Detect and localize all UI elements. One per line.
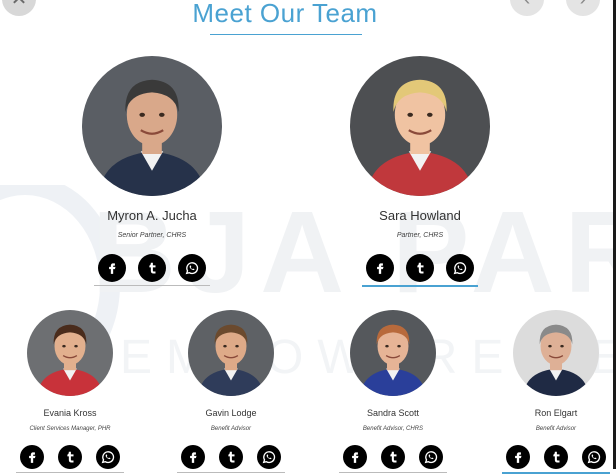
tumblr-button[interactable]: [58, 445, 82, 469]
tumblr-icon: [413, 261, 427, 275]
watermark-main-text: BJA PARTNE: [92, 187, 616, 317]
social-row-underline: [362, 285, 478, 287]
avatar[interactable]: [350, 56, 490, 196]
facebook-button[interactable]: [506, 445, 530, 469]
social-links: [343, 445, 443, 469]
whatsapp-icon: [184, 260, 200, 276]
social-links: [20, 445, 120, 469]
whatsapp-icon: [452, 260, 468, 276]
facebook-icon: [186, 450, 200, 464]
whatsapp-button[interactable]: [178, 254, 206, 282]
chevron-right-icon: ›: [580, 0, 587, 10]
title-underline: [210, 34, 362, 35]
facebook-button[interactable]: [98, 254, 126, 282]
page-title: Meet Our Team: [192, 0, 378, 28]
tumblr-icon: [63, 450, 77, 464]
facebook-icon: [348, 450, 362, 464]
avatar[interactable]: [82, 56, 222, 196]
facebook-icon: [373, 261, 387, 275]
whatsapp-button[interactable]: [582, 445, 606, 469]
facebook-icon: [105, 261, 119, 275]
member-role: Senior Partner, CHRS: [117, 232, 187, 239]
avatar[interactable]: [350, 310, 436, 396]
member-name: Ron Elgart: [534, 408, 578, 418]
whatsapp-icon: [586, 449, 602, 465]
avatar[interactable]: [513, 310, 599, 396]
facebook-button[interactable]: [343, 445, 367, 469]
social-links: [366, 254, 474, 282]
whatsapp-button[interactable]: [96, 445, 120, 469]
member-name: Myron A. Jucha: [107, 208, 197, 223]
whatsapp-button[interactable]: [419, 445, 443, 469]
member-role: Benefit Advisor: [535, 426, 577, 432]
facebook-icon: [25, 450, 39, 464]
social-row-underline: [94, 285, 210, 286]
tumblr-icon: [549, 450, 563, 464]
member-role: Partner, CHRS: [396, 232, 444, 239]
tumblr-button[interactable]: [138, 254, 166, 282]
whatsapp-icon: [261, 449, 277, 465]
social-links: [98, 254, 206, 282]
whatsapp-button[interactable]: [257, 445, 281, 469]
tumblr-button[interactable]: [219, 445, 243, 469]
tumblr-button[interactable]: [381, 445, 405, 469]
facebook-button[interactable]: [181, 445, 205, 469]
tumblr-icon: [386, 450, 400, 464]
tumblr-icon: [145, 261, 159, 275]
avatar[interactable]: [188, 310, 274, 396]
avatar[interactable]: [27, 310, 113, 396]
tumblr-button[interactable]: [544, 445, 568, 469]
facebook-button[interactable]: [366, 254, 394, 282]
social-links: [506, 445, 606, 469]
facebook-icon: [511, 450, 525, 464]
social-links: [181, 445, 281, 469]
facebook-button[interactable]: [20, 445, 44, 469]
whatsapp-icon: [423, 449, 439, 465]
social-row-underline: [339, 472, 447, 473]
next-button[interactable]: ›: [566, 0, 600, 16]
social-row-underline: [16, 472, 124, 473]
tumblr-button[interactable]: [406, 254, 434, 282]
whatsapp-icon: [100, 449, 116, 465]
whatsapp-button[interactable]: [446, 254, 474, 282]
tumblr-icon: [224, 450, 238, 464]
social-row-underline: [177, 472, 285, 473]
member-name: Sara Howland: [379, 208, 461, 223]
